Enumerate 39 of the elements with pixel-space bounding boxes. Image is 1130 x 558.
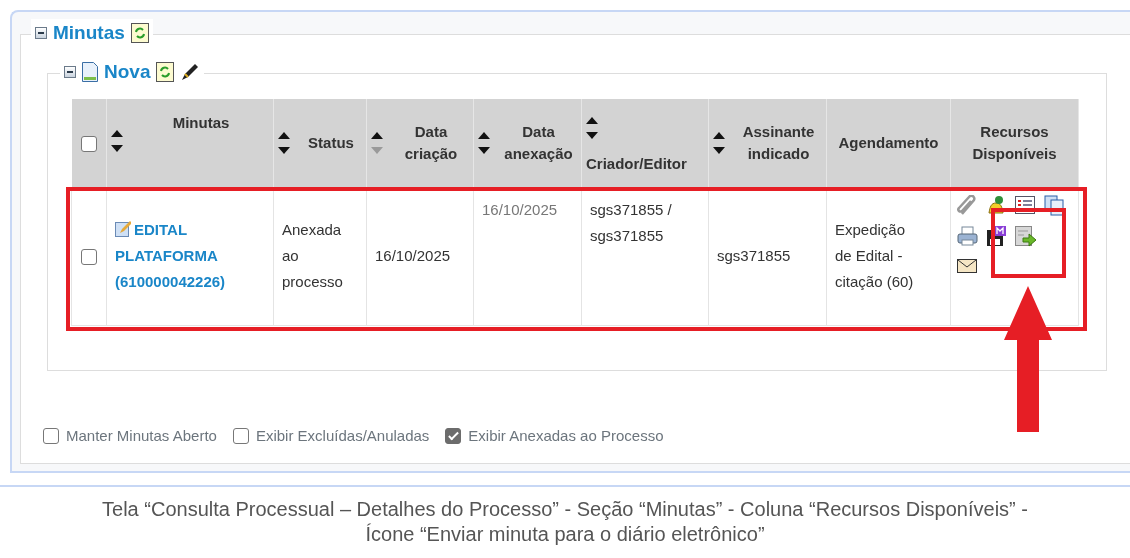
printer-icon[interactable] [957, 226, 978, 247]
pen-icon[interactable] [180, 62, 201, 83]
option-label[interactable]: Exibir Excluídas/Anuladas [255, 425, 430, 448]
collapse-toggle[interactable] [64, 66, 76, 79]
sort-up-icon[interactable] [111, 130, 123, 137]
sort-down-icon[interactable] [278, 147, 290, 154]
option-checkbox[interactable] [445, 428, 462, 445]
sort-down-icon[interactable] [586, 131, 598, 139]
sort-down-icon[interactable] [478, 147, 490, 154]
sort-up-icon[interactable] [586, 116, 598, 124]
row-checkbox[interactable] [81, 248, 97, 265]
option-label[interactable]: Exibir Anexadas ao Processo [468, 425, 664, 448]
save-icon[interactable] [986, 226, 1007, 247]
option-label[interactable]: Manter Minutas Aberto [66, 425, 217, 448]
paperclip-icon[interactable] [957, 195, 978, 216]
sort-down-icon[interactable] [713, 147, 725, 154]
sort-up-icon[interactable] [278, 132, 290, 139]
creator-text: sgs371855 / sgs371855 [590, 201, 672, 244]
edit-document-icon [115, 220, 131, 237]
date-text: 16/10/2025 [482, 201, 558, 218]
collapse-toggle[interactable] [35, 27, 47, 40]
copy-icon[interactable] [1044, 195, 1065, 216]
option-checkbox[interactable] [43, 428, 59, 445]
sort-up-icon[interactable] [713, 132, 725, 139]
caption: Tela “Consulta Processual – Detalhes do Processo” - Seção “Minutas” - Coluna “Recursos Disponíveis” - Ícone “Enviar minuta para o diário eletrônico” [101, 497, 1029, 547]
date-text: 16/10/2025 [375, 246, 451, 264]
select-all-checkbox[interactable] [80, 135, 97, 152]
signer-text: sgs371855 [717, 246, 791, 264]
option-checkbox[interactable] [232, 428, 249, 445]
sort-up-icon[interactable] [478, 132, 490, 139]
column-header[interactable]: Status [300, 131, 362, 155]
sort-down-icon[interactable] [111, 145, 123, 152]
document-icon [82, 62, 98, 83]
schedule-text: Expedição de Edital - citação (60) [835, 219, 915, 292]
sort-up-icon[interactable] [371, 132, 383, 139]
send-document-icon[interactable] [1015, 226, 1036, 247]
refresh-icon[interactable] [130, 23, 149, 44]
refresh-icon[interactable] [156, 62, 175, 83]
status-text: Anexada ao processo [282, 220, 343, 290]
